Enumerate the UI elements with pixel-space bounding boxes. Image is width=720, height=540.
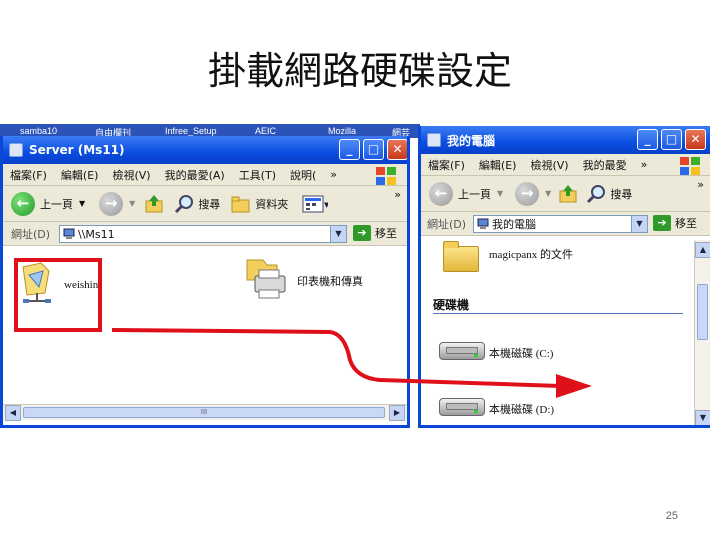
page-number: 25 bbox=[665, 510, 678, 522]
annotation-arrow bbox=[111, 328, 592, 398]
